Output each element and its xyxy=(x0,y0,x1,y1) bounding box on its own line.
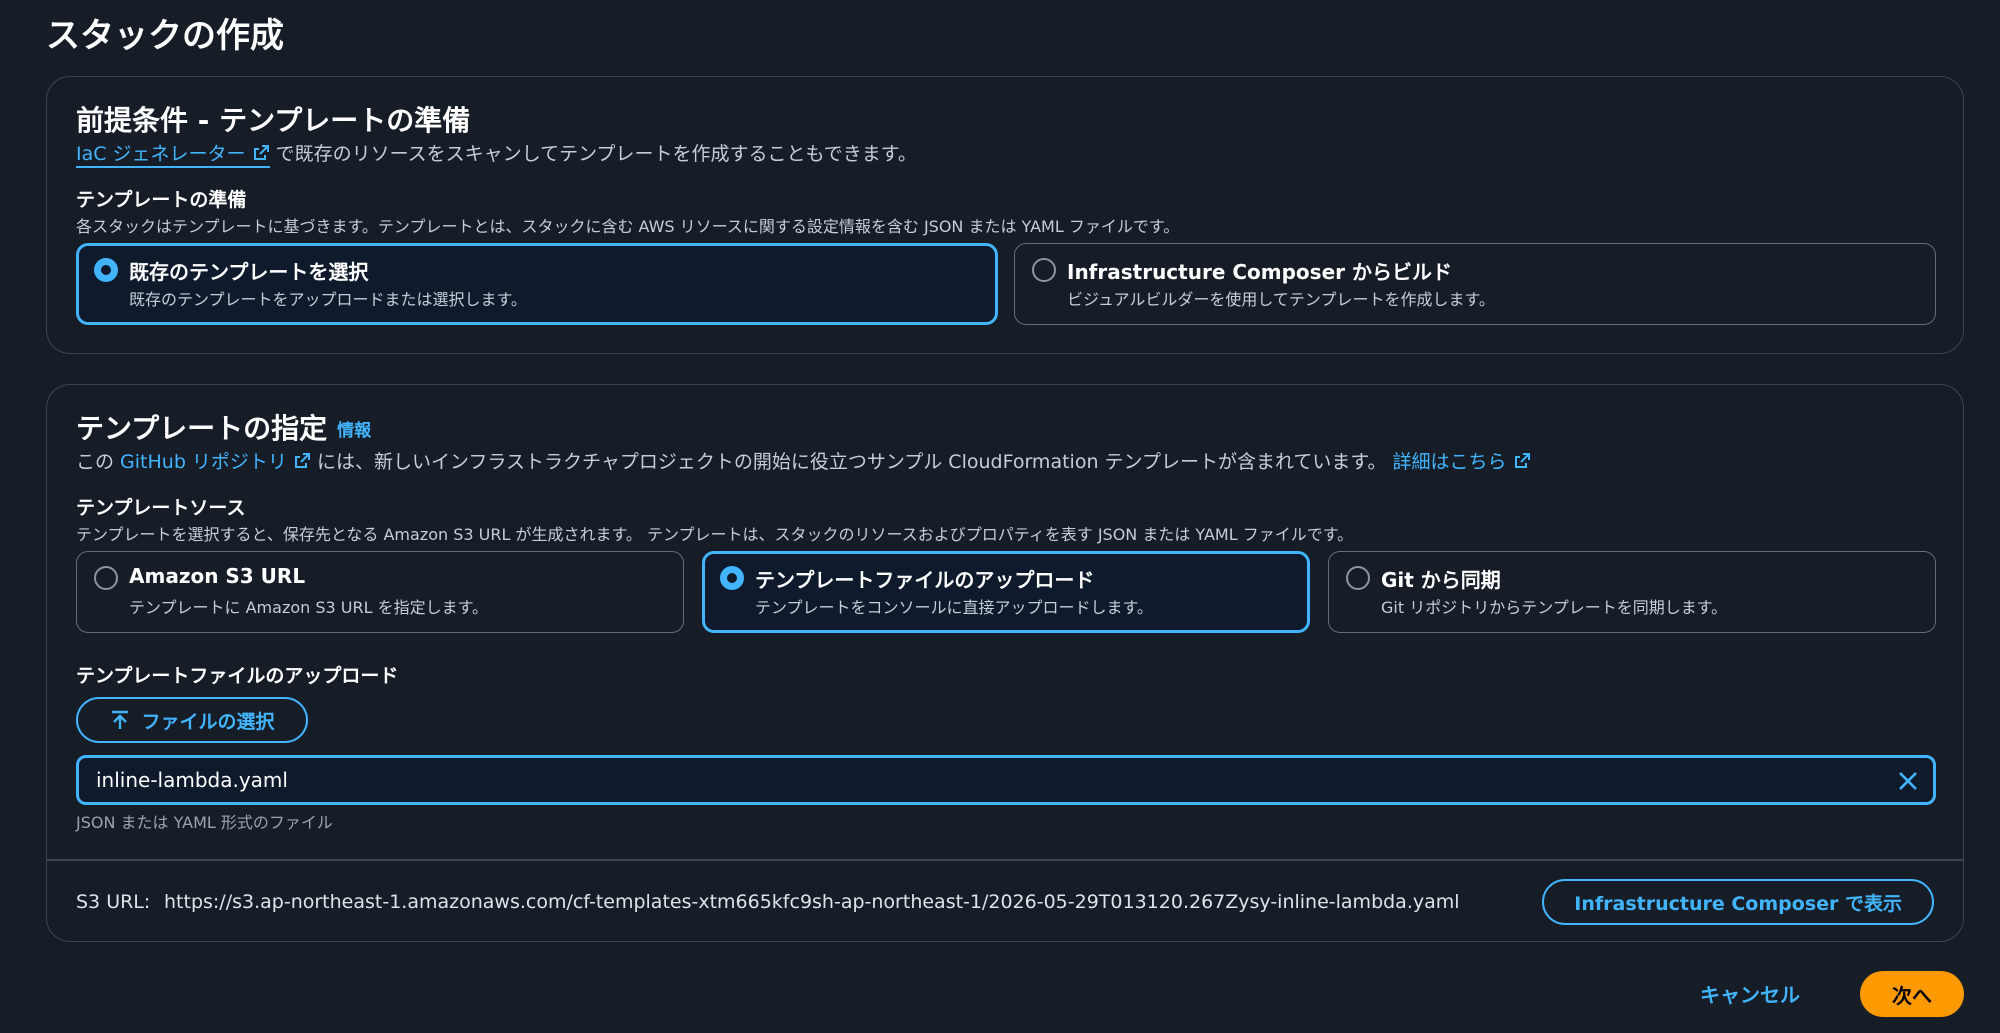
template-source-description: テンプレートを選択すると、保存先となる Amazon S3 URL が生成されま… xyxy=(76,525,1354,544)
source-git-sync[interactable]: Git から同期 Git リポジトリからテンプレートを同期します。 xyxy=(1328,551,1936,633)
prepare-template-description: 各スタックはテンプレートに基づきます。テンプレートとは、スタックに含む AWS … xyxy=(76,217,1180,236)
github-repo-link[interactable]: GitHub リポジトリ xyxy=(120,451,311,473)
view-in-composer-button[interactable]: Infrastructure Composer で表示 xyxy=(1542,879,1934,925)
selected-file-name: inline-lambda.yaml xyxy=(96,768,288,792)
source-amazon-s3-url[interactable]: Amazon S3 URL テンプレートに Amazon S3 URL を指定し… xyxy=(76,551,684,633)
option-title: Git から同期 xyxy=(1381,568,1501,592)
upload-icon xyxy=(112,710,129,729)
prepare-template-label: テンプレートの準備 xyxy=(76,189,247,211)
option-title: テンプレートファイルのアップロード xyxy=(755,568,1095,592)
choose-file-button[interactable]: ファイルの選択 xyxy=(76,697,308,743)
external-link-icon xyxy=(294,453,310,468)
option-title: 既存のテンプレートを選択 xyxy=(129,260,369,284)
radio-git-sync[interactable] xyxy=(1346,566,1370,590)
cancel-button[interactable]: キャンセル xyxy=(1700,979,1800,1008)
radio-amazon-s3-url[interactable] xyxy=(94,566,118,590)
upload-file-label: テンプレートファイルのアップロード xyxy=(76,665,399,687)
page-title: スタックの作成 xyxy=(46,16,284,56)
s3-url-value: https://s3.ap-northeast-1.amazonaws.com/… xyxy=(164,891,1460,913)
option-description: Git リポジトリからテンプレートを同期します。 xyxy=(1381,598,1728,617)
prerequisite-panel: 前提条件 - テンプレートの準備 IaC ジェネレーター で既存のリソースをスキ… xyxy=(46,76,1964,354)
specify-description: この GitHub リポジトリ には、新しいインフラストラクチャプロジェクトの開… xyxy=(76,447,1531,474)
template-source-label: テンプレートソース xyxy=(76,497,246,519)
option-composer-build[interactable]: Infrastructure Composer からビルド ビジュアルビルダーを… xyxy=(1014,243,1936,325)
prerequisite-heading: 前提条件 - テンプレートの準備 xyxy=(76,104,471,137)
info-link[interactable]: 情報 xyxy=(337,421,371,441)
option-description: ビジュアルビルダーを使用してテンプレートを作成します。 xyxy=(1067,290,1495,309)
external-link-icon xyxy=(1514,453,1530,468)
file-format-constraint: JSON または YAML 形式のファイル xyxy=(76,813,333,832)
option-title: Amazon S3 URL xyxy=(129,564,306,588)
close-icon[interactable] xyxy=(1895,768,1921,794)
option-description: 既存のテンプレートをアップロードまたは選択します。 xyxy=(129,290,527,309)
s3-url-label: S3 URL: xyxy=(76,891,151,913)
option-description: テンプレートをコンソールに直接アップロードします。 xyxy=(755,598,1153,617)
external-link-icon xyxy=(253,145,269,160)
selected-file-field[interactable]: inline-lambda.yaml xyxy=(76,755,1936,805)
iac-generator-link[interactable]: IaC ジェネレーター xyxy=(76,143,270,168)
radio-composer-build[interactable] xyxy=(1032,258,1056,282)
specify-template-panel: テンプレートの指定 情報 この GitHub リポジトリ には、新しいインフラスト… xyxy=(46,384,1964,942)
divider xyxy=(47,859,1963,861)
radio-upload-file[interactable] xyxy=(720,566,744,590)
radio-existing-template[interactable] xyxy=(94,258,118,282)
specify-template-heading: テンプレートの指定 情報 xyxy=(76,412,372,445)
option-description: テンプレートに Amazon S3 URL を指定します。 xyxy=(129,598,489,617)
source-upload-file[interactable]: テンプレートファイルのアップロード テンプレートをコンソールに直接アップロードし… xyxy=(702,551,1310,633)
option-existing-template[interactable]: 既存のテンプレートを選択 既存のテンプレートをアップロードまたは選択します。 xyxy=(76,243,998,325)
option-title: Infrastructure Composer からビルド xyxy=(1067,260,1452,284)
learn-more-link[interactable]: 詳細はこちら xyxy=(1393,451,1531,473)
next-button[interactable]: 次へ xyxy=(1860,971,1964,1017)
iac-description: IaC ジェネレーター で既存のリソースをスキャンしてテンプレートを作成すること… xyxy=(76,139,917,168)
